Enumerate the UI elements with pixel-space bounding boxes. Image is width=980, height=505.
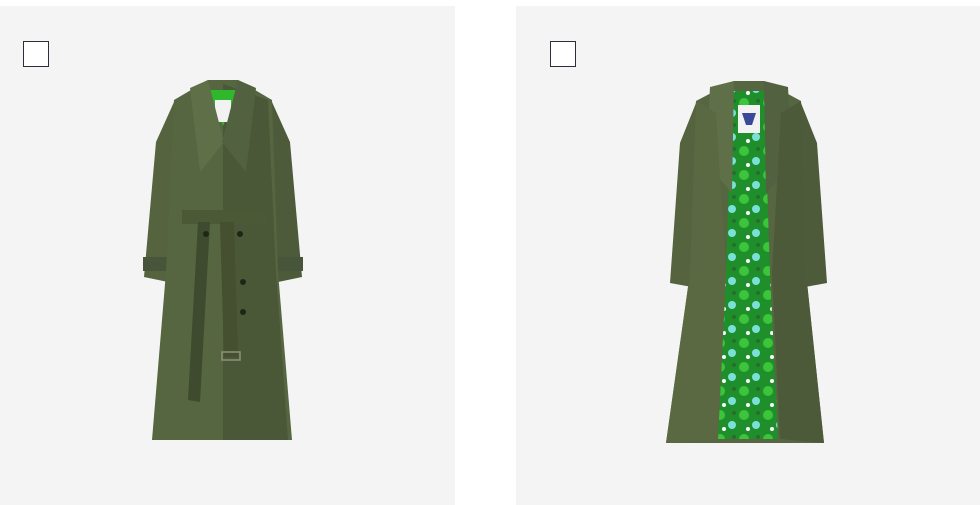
select-checkbox-1[interactable] bbox=[23, 41, 49, 67]
product-card-2[interactable] bbox=[516, 6, 980, 505]
product-gallery bbox=[0, 0, 980, 505]
select-checkbox-2[interactable] bbox=[550, 41, 576, 67]
trench-coat-open-image bbox=[666, 81, 827, 443]
product-card-1[interactable] bbox=[0, 6, 455, 505]
trench-coat-belted-image bbox=[143, 80, 303, 440]
